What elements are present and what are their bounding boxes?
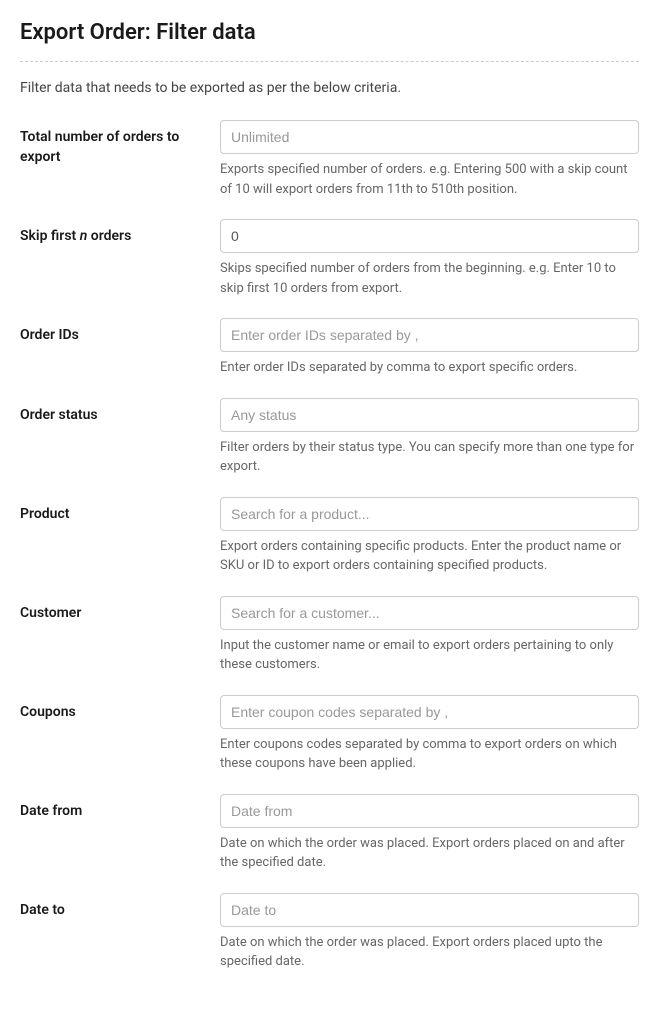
form-row-date-to: Date to Date on which the order was place…	[20, 893, 639, 972]
input-coupons[interactable]	[220, 695, 639, 729]
form-row-product: Product Export orders containing specific…	[20, 497, 639, 576]
label-cell-date-to: Date to	[20, 893, 220, 921]
label-total-orders: Total number of orders to export	[20, 128, 204, 167]
page-title: Export Order: Filter data	[20, 20, 639, 45]
label-customer: Customer	[20, 604, 204, 624]
form-row-coupons: Coupons Enter coupons codes separated by …	[20, 695, 639, 774]
label-order-status: Order status	[20, 406, 204, 426]
description-skip-orders: Skips specified number of orders from th…	[220, 259, 639, 298]
label-coupons: Coupons	[20, 703, 204, 723]
field-cell-skip-orders: Skips specified number of orders from th…	[220, 219, 639, 298]
label-skip-orders: Skip first n orders	[20, 227, 204, 247]
input-product[interactable]	[220, 497, 639, 531]
form-fields: Total number of orders to export Exports …	[20, 120, 639, 972]
description-product: Export orders containing specific produc…	[220, 537, 639, 576]
page-container: Export Order: Filter data Filter data th…	[0, 0, 659, 1022]
field-cell-order-ids: Enter order IDs separated by comma to ex…	[220, 318, 639, 378]
label-cell-coupons: Coupons	[20, 695, 220, 723]
form-row-customer: Customer Input the customer name or email…	[20, 596, 639, 675]
label-date-from: Date from	[20, 802, 204, 822]
description-coupons: Enter coupons codes separated by comma t…	[220, 735, 639, 774]
field-cell-total-orders: Exports specified number of orders. e.g.…	[220, 120, 639, 199]
label-cell-skip-orders: Skip first n orders	[20, 219, 220, 247]
input-date-to[interactable]	[220, 893, 639, 927]
label-cell-order-ids: Order IDs	[20, 318, 220, 346]
label-cell-total-orders: Total number of orders to export	[20, 120, 220, 167]
description-order-status: Filter orders by their status type. You …	[220, 438, 639, 477]
form-row-skip-orders: Skip first n orders Skips specified numbe…	[20, 219, 639, 298]
input-date-from[interactable]	[220, 794, 639, 828]
form-row-total-orders: Total number of orders to export Exports …	[20, 120, 639, 199]
field-cell-date-from: Date on which the order was placed. Expo…	[220, 794, 639, 873]
description-customer: Input the customer name or email to expo…	[220, 636, 639, 675]
label-cell-order-status: Order status	[20, 398, 220, 426]
label-cell-customer: Customer	[20, 596, 220, 624]
label-cell-product: Product	[20, 497, 220, 525]
input-skip-orders[interactable]	[220, 219, 639, 253]
description-total-orders: Exports specified number of orders. e.g.…	[220, 160, 639, 199]
description-date-to: Date on which the order was placed. Expo…	[220, 933, 639, 972]
field-cell-customer: Input the customer name or email to expo…	[220, 596, 639, 675]
form-row-order-status: Order status Filter orders by their statu…	[20, 398, 639, 477]
label-product: Product	[20, 505, 204, 525]
section-divider	[20, 61, 639, 62]
label-cell-date-from: Date from	[20, 794, 220, 822]
input-order-status[interactable]	[220, 398, 639, 432]
page-subtitle: Filter data that needs to be exported as…	[20, 80, 639, 96]
label-date-to: Date to	[20, 901, 204, 921]
form-row-order-ids: Order IDs Enter order IDs separated by co…	[20, 318, 639, 378]
form-row-date-from: Date from Date on which the order was pla…	[20, 794, 639, 873]
field-cell-coupons: Enter coupons codes separated by comma t…	[220, 695, 639, 774]
field-cell-date-to: Date on which the order was placed. Expo…	[220, 893, 639, 972]
label-order-ids: Order IDs	[20, 326, 204, 346]
input-total-orders[interactable]	[220, 120, 639, 154]
description-order-ids: Enter order IDs separated by comma to ex…	[220, 358, 639, 378]
input-order-ids[interactable]	[220, 318, 639, 352]
field-cell-product: Export orders containing specific produc…	[220, 497, 639, 576]
description-date-from: Date on which the order was placed. Expo…	[220, 834, 639, 873]
field-cell-order-status: Filter orders by their status type. You …	[220, 398, 639, 477]
input-customer[interactable]	[220, 596, 639, 630]
